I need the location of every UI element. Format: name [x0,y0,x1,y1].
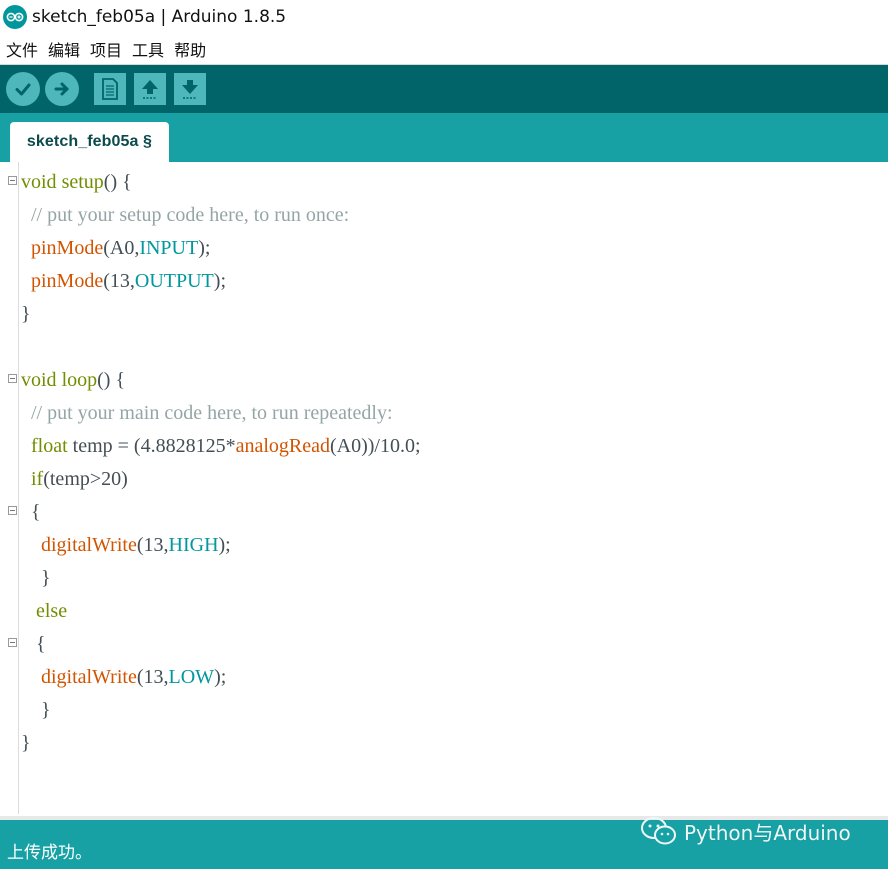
code-line[interactable]: void loop() { [21,364,421,397]
code-editor[interactable]: void setup() { // put your setup code he… [0,162,888,816]
code-line[interactable]: { [21,496,421,529]
tab-sketch[interactable]: sketch_feb05a § [10,122,169,162]
upload-button[interactable] [45,72,79,106]
arrow-down-icon [182,80,198,99]
status-message: 上传成功。 [7,843,92,863]
code-text[interactable]: void setup() { // put your setup code he… [21,166,421,760]
code-line[interactable]: ​ [21,331,421,364]
fold-toggle-icon[interactable] [8,176,17,185]
new-button[interactable] [94,73,126,105]
arrow-up-icon [142,80,158,99]
code-line[interactable]: } [21,562,421,595]
menu-sketch[interactable]: 项目 [88,37,124,61]
code-line[interactable]: void setup() { [21,166,421,199]
code-line[interactable]: } [21,694,421,727]
tab-label: sketch_feb05a § [26,133,153,150]
code-line[interactable]: float temp = (4.8828125*analogRead(A0))/… [21,430,421,463]
menu-edit[interactable]: 编辑 [46,37,82,61]
arduino-logo-icon [3,5,27,29]
wechat-icon [641,817,676,845]
code-line[interactable]: pinMode(A0,INPUT); [21,232,421,265]
status-bar: 上传成功。 Python与Arduino [0,817,888,869]
fold-toggle-icon[interactable] [8,374,17,383]
menu-bar: 文件 编辑 项目 工具 帮助 [0,34,888,65]
open-button[interactable] [134,73,166,105]
watermark-text: Python与Arduino [684,820,851,845]
window-title: sketch_feb05a | Arduino 1.8.5 [32,7,287,27]
fold-toggle-icon[interactable] [8,506,17,515]
code-line[interactable]: { [21,628,421,661]
verify-button[interactable] [6,72,40,106]
tab-bar: sketch_feb05a § [0,113,888,162]
toolbar [0,65,888,113]
code-line[interactable]: } [21,298,421,331]
code-line[interactable]: } [21,727,421,760]
new-file-icon [102,78,118,100]
code-line[interactable]: if(temp>20) [21,463,421,496]
save-button[interactable] [174,73,206,105]
code-line[interactable]: // put your setup code here, to run once… [21,199,421,232]
arrow-right-icon [54,82,69,96]
menu-tools[interactable]: 工具 [130,37,166,61]
code-line[interactable]: // put your main code here, to run repea… [21,397,421,430]
code-line[interactable]: digitalWrite(13,HIGH); [21,529,421,562]
menu-help[interactable]: 帮助 [172,37,208,61]
code-line[interactable]: pinMode(13,OUTPUT); [21,265,421,298]
gutter-divider [18,162,19,814]
title-bar: sketch_feb05a | Arduino 1.8.5 [0,0,888,34]
fold-toggle-icon[interactable] [8,638,17,647]
watermark: Python与Arduino [640,817,851,845]
menu-file[interactable]: 文件 [4,37,40,61]
check-icon [15,83,31,96]
code-line[interactable]: else [21,595,421,628]
code-line[interactable]: digitalWrite(13,LOW); [21,661,421,694]
